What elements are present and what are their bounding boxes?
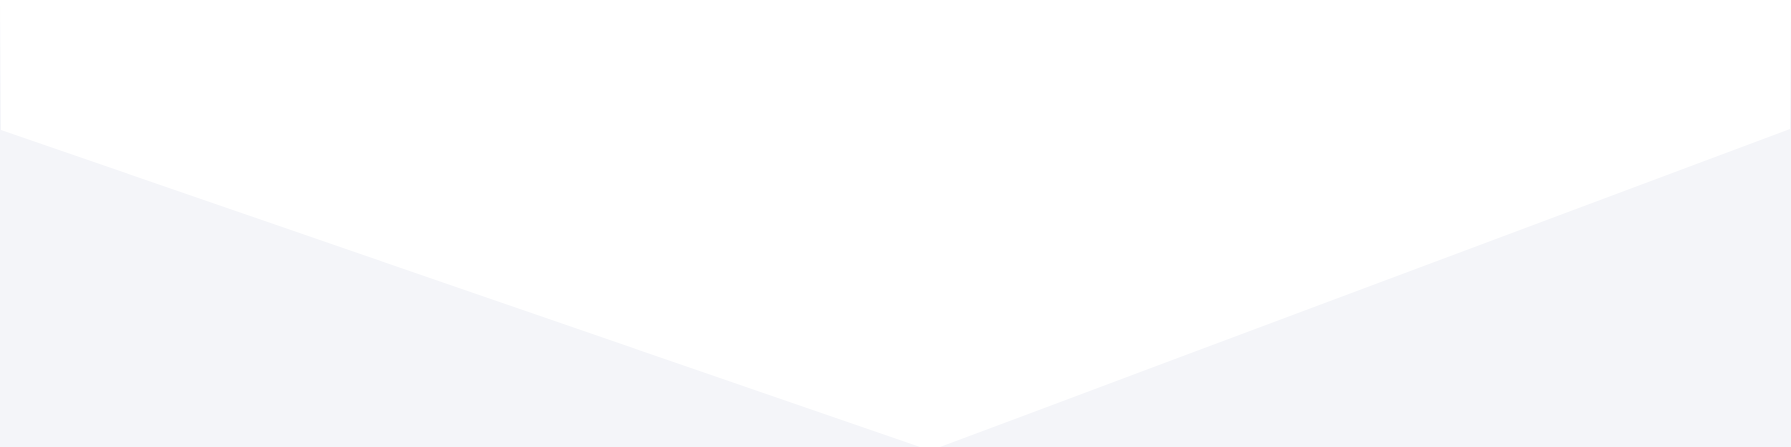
chevron-divider-graphic — [0, 0, 1791, 447]
decorative-background-section — [0, 0, 1791, 447]
